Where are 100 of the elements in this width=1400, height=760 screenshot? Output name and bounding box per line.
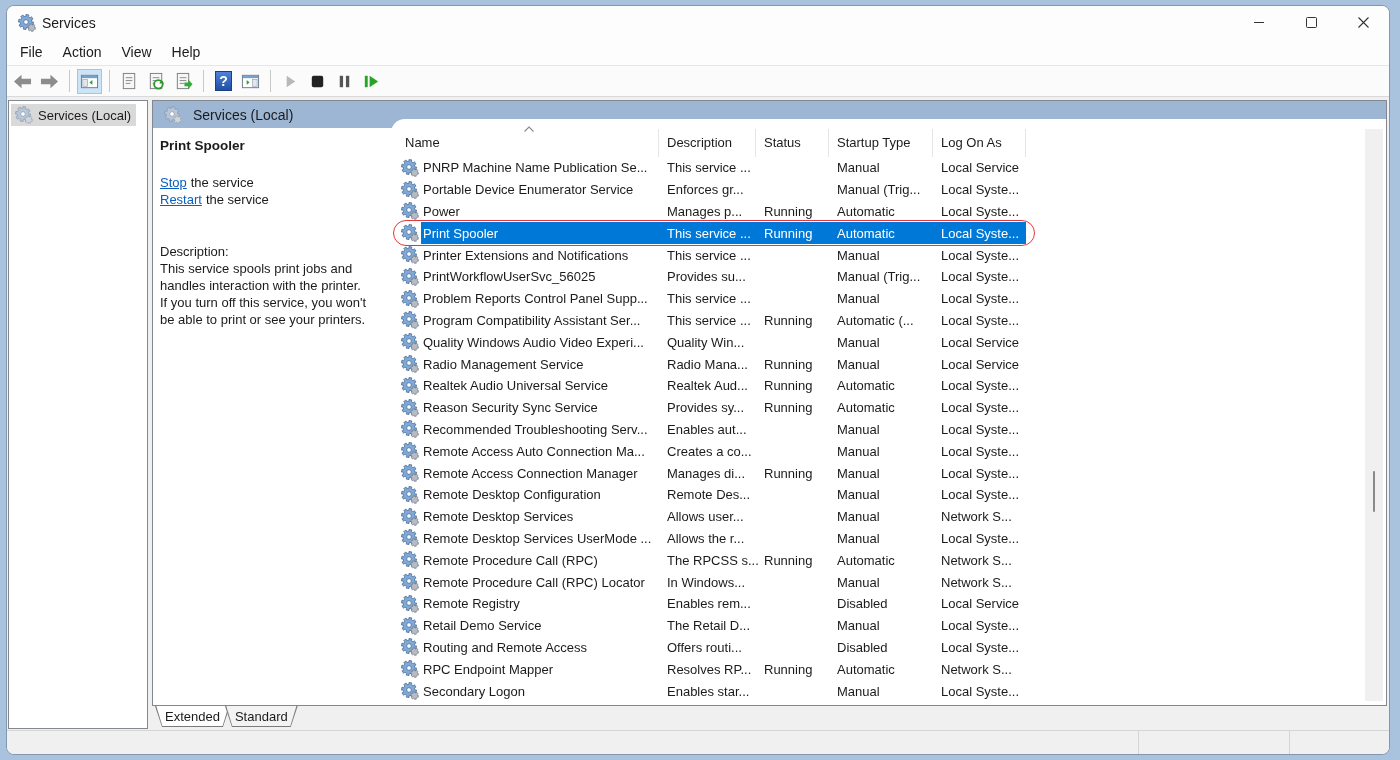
action-text: the service	[205, 191, 269, 208]
description-text: This service spools print jobs and handles interaction with the printer. If you turn off this service, you won't be able to print or see your printers.	[160, 260, 367, 328]
service-action-link[interactable]: Stop	[160, 174, 187, 191]
table-cell-text: In Windows...	[666, 574, 747, 590]
table-cell-text: Quality Win...	[666, 334, 746, 350]
table-cell-text: Remote Desktop Services UserMode ...	[422, 530, 653, 546]
gears-icon	[401, 398, 419, 417]
service-row[interactable]: Problem Reports Control Panel Supp... This service ... Manual Local Syste...	[421, 287, 1026, 310]
service-row[interactable]: Quality Windows Audio Video Experi... Quality Win... Manual Local Service	[421, 331, 1026, 354]
service-row[interactable]: PNRP Machine Name Publication Se... This service ... Manual Local Service	[421, 157, 1026, 179]
service-row[interactable]: RPC Endpoint Mapper Resolves RP... Running Automatic Network S...	[421, 658, 1026, 681]
table-cell-text: Automatic	[836, 400, 896, 416]
service-row[interactable]: Routing and Remote Access Offers routi... Disabled Local Syste...	[421, 636, 1026, 659]
table-cell-text: Local Syste...	[940, 618, 1021, 634]
pane-title: Services (Local)	[193, 106, 294, 123]
table-cell-text: Running	[763, 312, 814, 328]
table-cell-text: Enforces gr...	[666, 182, 745, 198]
table-cell-text: Manual	[836, 509, 881, 525]
service-row[interactable]: Reason Security Sync Service Provides sy... Running Automatic Local Syste...	[421, 396, 1026, 419]
table-cell-text: Program Compatibility Assistant Ser...	[422, 312, 642, 328]
close-icon	[1357, 17, 1369, 28]
service-row[interactable]: PrintWorkflowUserSvc_56025 Provides su... Manual (Trig... Local Syste...	[421, 266, 1026, 288]
service-row[interactable]: Retail Demo Service The Retail D... Manual Local Syste...	[421, 614, 1026, 637]
service-row[interactable]: Secondary Logon Enables star... Manual Local Syste...	[421, 680, 1026, 702]
service-row[interactable]: Printer Extensions and Notifications This service ... Manual Local Syste...	[421, 244, 1026, 266]
gears-icon	[401, 507, 419, 526]
table-cell-text: Remote Registry	[422, 596, 521, 612]
table-cell-text: Disabled	[836, 596, 889, 612]
table-cell-text: Network S...	[940, 574, 1013, 590]
table-cell-text: Recommended Troubleshooting Serv...	[422, 421, 649, 437]
refresh-icon	[147, 71, 166, 91]
table-cell-text: Local Syste...	[940, 443, 1021, 459]
table-cell-text: Problem Reports Control Panel Supp...	[422, 291, 649, 307]
table-cell-text: The Retail D...	[666, 618, 752, 634]
table-cell-text: Reason Security Sync Service	[422, 400, 599, 416]
table-cell-text: Local Syste...	[940, 269, 1021, 285]
gears-icon	[401, 573, 419, 592]
table-cell-text: Manual	[836, 356, 881, 372]
table-cell-text: Manual	[836, 487, 881, 503]
service-row[interactable]: Remote Desktop Configuration Remote Des... Manual Local Syste...	[421, 483, 1026, 506]
service-row[interactable]: Portable Device Enumerator Service Enforces gr... Manual (Trig... Local Syste...	[421, 178, 1026, 201]
show-hide-tree-button[interactable]	[77, 68, 102, 94]
table-cell-text: Local Syste...	[940, 639, 1021, 655]
table-cell-text: Manual	[836, 247, 881, 263]
service-row[interactable]: Remote Procedure Call (RPC) Locator In Windows... Manual Network S...	[421, 571, 1026, 593]
table-cell-text: Local Syste...	[940, 400, 1021, 416]
gears-icon	[401, 267, 419, 286]
service-row[interactable]: Remote Procedure Call (RPC) The RPCSS s... Running Automatic Network S...	[421, 549, 1026, 572]
table-cell-text: Realtek Audio Universal Service	[422, 378, 609, 394]
table-cell-text: The RPCSS s...	[666, 552, 756, 568]
table-cell-text: Manual	[836, 530, 881, 546]
service-action-link[interactable]: Restart	[160, 191, 202, 208]
scrollbar[interactable]	[1365, 129, 1383, 701]
menu-item[interactable]: Help	[164, 42, 208, 62]
tree-item[interactable]: Services (Local)	[11, 104, 137, 126]
table-cell-text: Local Syste...	[940, 487, 1021, 503]
service-row[interactable]: Print Spooler This service ... Running Automatic Local Syste...	[421, 222, 1026, 245]
table-cell-text: Enables rem...	[666, 596, 752, 612]
table-cell-text: PNRP Machine Name Publication Se...	[422, 160, 649, 176]
table-cell-text: Running	[763, 465, 814, 481]
table-cell-text: Provides su...	[666, 269, 747, 285]
service-row[interactable]: Program Compatibility Assistant Ser... This service ... Running Automatic (... Local Syste...	[421, 309, 1026, 332]
service-row[interactable]: Recommended Troubleshooting Serv... Enables aut... Manual Local Syste...	[421, 418, 1026, 441]
gears-icon	[401, 224, 419, 243]
table-cell-text: Running	[763, 661, 814, 677]
sort-caret-icon	[524, 126, 534, 132]
gears-icon	[18, 13, 36, 32]
gears-icon	[401, 420, 419, 439]
table-cell-text: Manual (Trig...	[836, 269, 922, 285]
table-cell-text: Resolves RP...	[666, 661, 753, 677]
table-cell-text: Automatic (...	[836, 312, 915, 328]
table-cell-text: Manages di...	[666, 465, 747, 481]
table-cell-text: Remote Desktop Configuration	[422, 487, 602, 503]
table-cell-text: Power	[422, 204, 461, 219]
menu-item[interactable]: File	[13, 42, 50, 62]
table-cell-text: Local Service	[940, 160, 1021, 176]
table-cell-text: Manual	[836, 683, 881, 699]
table-cell-text: Remote Des...	[666, 487, 752, 503]
gears-icon	[401, 682, 419, 700]
table-cell-text: Creates a co...	[666, 443, 753, 459]
service-row[interactable]: Realtek Audio Universal Service Realtek Aud... Running Automatic Local Syste...	[421, 374, 1026, 397]
table-cell-text: RPC Endpoint Mapper	[422, 661, 555, 677]
service-row[interactable]: Remote Desktop Services UserMode ... Allows the r... Manual Local Syste...	[421, 527, 1026, 550]
service-row[interactable]: Remote Access Connection Manager Manages di... Running Manual Local Syste...	[421, 462, 1026, 484]
table-cell-text: Manages p...	[666, 204, 744, 219]
table-cell-text: Automatic	[836, 661, 896, 677]
service-row[interactable]: Remote Desktop Services Allows user... Manual Network S...	[421, 505, 1026, 528]
menu-item[interactable]: View	[114, 42, 159, 62]
menu-item[interactable]: Action	[55, 42, 109, 62]
gears-icon	[401, 638, 419, 657]
gears-icon	[401, 529, 419, 548]
table-cell-text: Automatic	[836, 378, 896, 394]
service-row[interactable]: Power Manages p... Running Automatic Local Syste...	[421, 200, 1026, 223]
service-row[interactable]: Radio Management Service Radio Mana... Running Manual Local Service	[421, 353, 1026, 375]
gears-icon	[401, 485, 419, 504]
table-cell-text: Provides sy...	[666, 400, 746, 416]
table-cell-text: Local Syste...	[940, 683, 1021, 699]
service-row[interactable]: Remote Registry Enables rem... Disabled Local Service	[421, 592, 1026, 615]
table-cell-text: This service ...	[666, 291, 752, 307]
service-row[interactable]: Remote Access Auto Connection Ma... Creates a co... Manual Local Syste...	[421, 440, 1026, 463]
